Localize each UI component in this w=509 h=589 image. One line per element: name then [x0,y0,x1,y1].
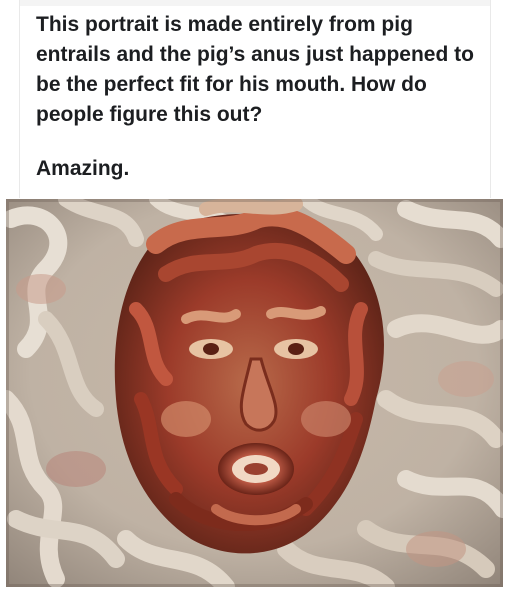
caption-card: This portrait is made entirely from pig … [19,0,491,198]
card-top-strip [20,0,490,6]
post-reaction: Amazing. [36,157,130,180]
post-caption: This portrait is made entirely from pig … [36,13,474,126]
portrait-illustration [6,199,503,587]
post-container: This portrait is made entirely from pig … [0,0,509,589]
entrails-portrait-image [6,199,503,587]
mouth [218,443,294,495]
